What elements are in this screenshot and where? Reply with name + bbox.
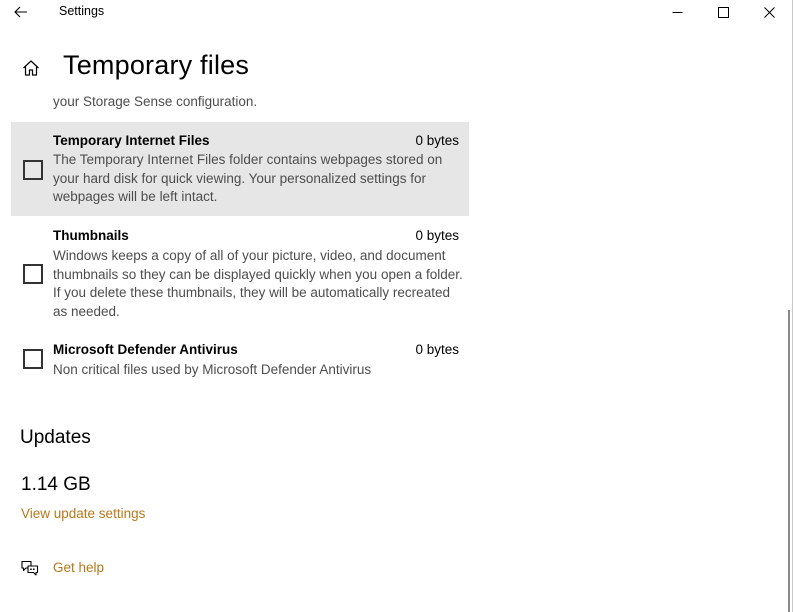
item-name: Thumbnails — [53, 228, 129, 243]
item-description: Windows keeps a copy of all of your pict… — [53, 248, 463, 319]
maximize-button[interactable] — [700, 0, 746, 24]
item-size: 0 bytes — [415, 342, 459, 357]
home-icon — [23, 60, 39, 76]
home-button[interactable] — [18, 55, 44, 81]
list-item-microsoft-defender-antivirus[interactable]: Microsoft Defender Antivirus 0 bytes Non… — [11, 336, 469, 384]
scroll-content[interactable]: your Storage Sense configuration. Tempor… — [0, 82, 785, 612]
minimize-icon — [672, 11, 682, 13]
maximize-icon — [717, 6, 729, 18]
chat-help-icon — [21, 560, 39, 576]
checkbox-thumbnails[interactable] — [23, 264, 43, 284]
get-help-link[interactable]: Get help — [53, 560, 104, 575]
minimize-button[interactable] — [654, 0, 700, 24]
checkbox-microsoft-defender-antivirus[interactable] — [23, 349, 43, 369]
close-button[interactable] — [746, 0, 792, 24]
title-bar: Settings — [0, 0, 793, 24]
item-name: Temporary Internet Files — [53, 133, 210, 148]
checkbox-temporary-internet-files[interactable] — [23, 160, 43, 180]
item-name: Microsoft Defender Antivirus — [53, 342, 238, 357]
list-item-thumbnails[interactable]: Thumbnails 0 bytes Windows keeps a copy … — [11, 222, 469, 322]
view-update-settings-link[interactable]: View update settings — [21, 506, 145, 521]
window-title: Settings — [59, 4, 105, 18]
item-description: The Temporary Internet Files folder cont… — [53, 152, 443, 205]
item-size: 0 bytes — [415, 133, 459, 148]
settings-window: Settings Temporary files your Storage Se… — [0, 0, 793, 612]
item-size: 0 bytes — [415, 228, 459, 243]
updates-section-title: Updates — [20, 427, 91, 448]
list-item-temporary-internet-files[interactable]: Temporary Internet Files 0 bytes The Tem… — [11, 122, 469, 216]
updates-size: 1.14 GB — [21, 474, 91, 495]
partial-item-description: your Storage Sense configuration. — [53, 94, 258, 109]
scrollbar[interactable] — [788, 310, 790, 612]
close-icon — [763, 6, 775, 18]
back-button[interactable] — [8, 0, 34, 24]
item-description: Non critical files used by Microsoft Def… — [53, 362, 372, 377]
back-arrow-icon — [14, 6, 27, 18]
page-title: Temporary files — [63, 50, 250, 80]
